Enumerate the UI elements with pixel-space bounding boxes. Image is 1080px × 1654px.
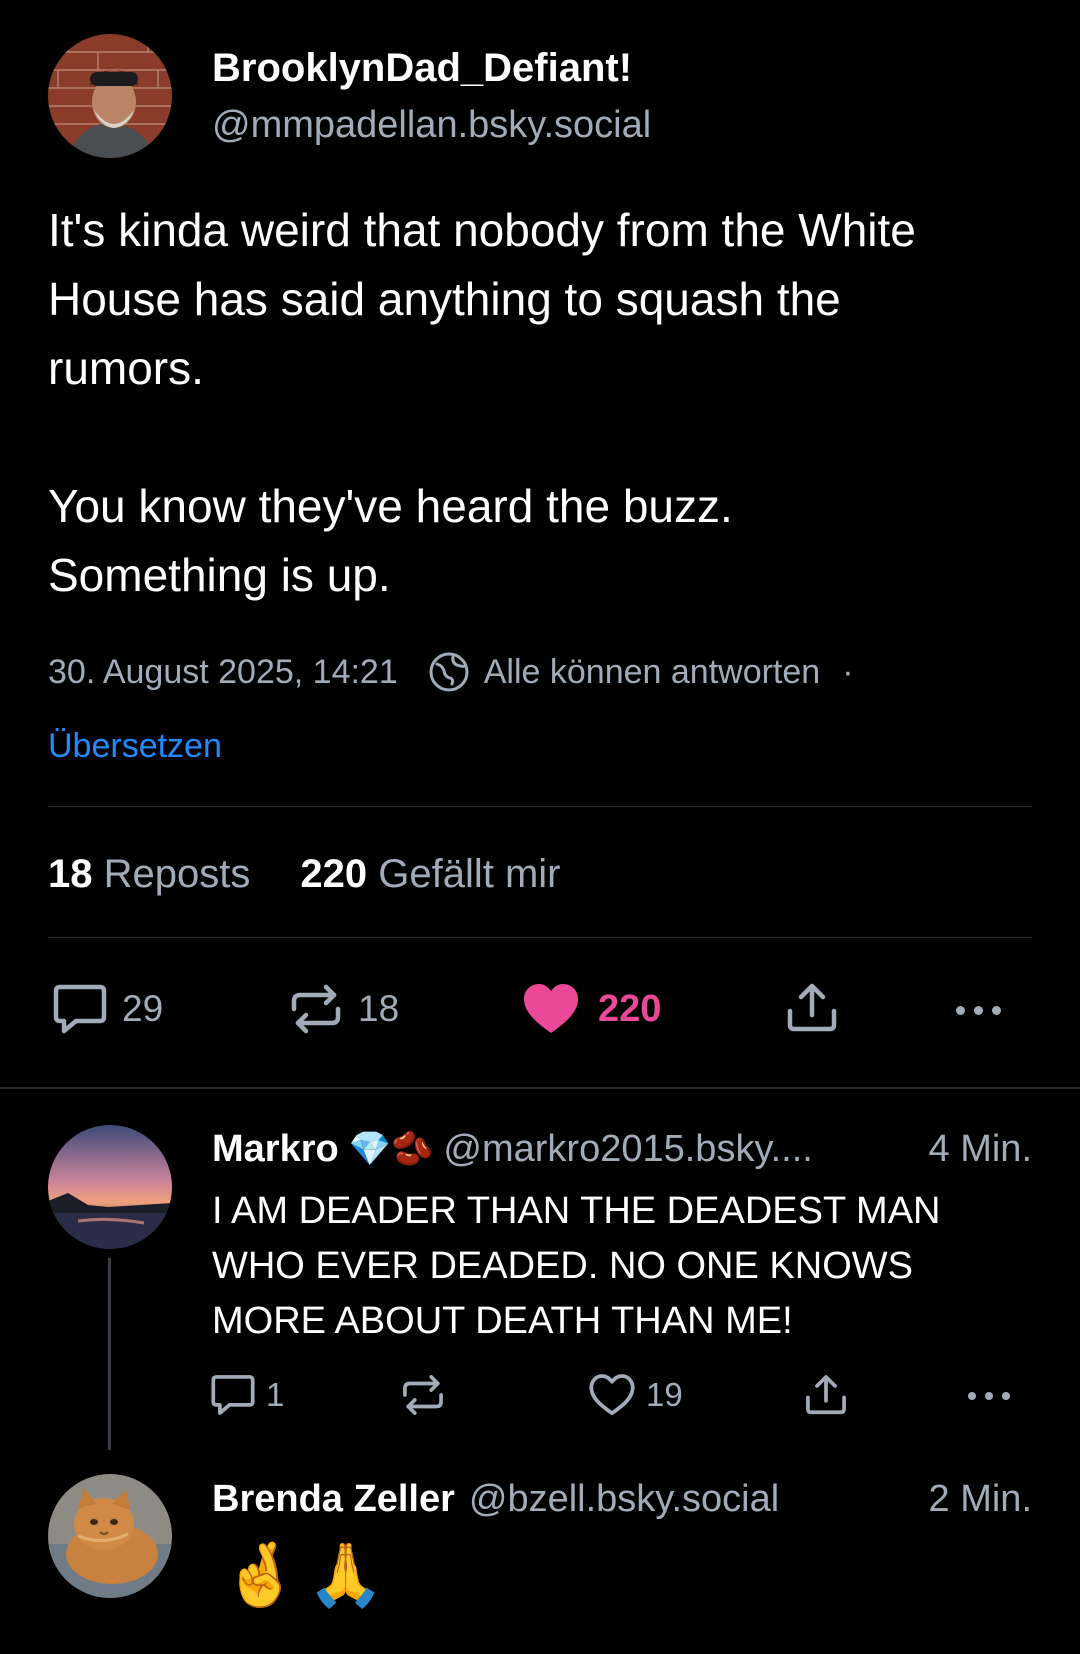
reply-more-button[interactable] xyxy=(968,1391,1010,1401)
repost-arrows-icon xyxy=(403,1375,443,1415)
reply-emoji-text: 🤞🙏 xyxy=(222,1541,393,1610)
reply-share-button[interactable] xyxy=(803,1372,849,1418)
reply-reply-count: 1 xyxy=(266,1376,285,1413)
reply-author-name[interactable]: Markro xyxy=(212,1126,339,1172)
reposts-stat[interactable]: 18 Reposts xyxy=(48,850,250,898)
reply-button[interactable]: 29 xyxy=(52,984,164,1034)
reply-text: I AM DEADER THAN THE DEADEST MAN WHO EVE… xyxy=(212,1190,941,1342)
author-display-name[interactable]: BrooklynDad_Defiant! xyxy=(212,44,632,92)
reply-header: Markro 💎 🫘 @markro2015.bsky.... 4 Min. xyxy=(212,1126,1032,1172)
meta-separator: · xyxy=(842,653,854,691)
more-button[interactable] xyxy=(956,1004,1001,1016)
repost-button[interactable]: 18 xyxy=(288,984,400,1034)
post-timestamp: 30. August 2025, 14:21 xyxy=(48,653,398,691)
reply-header: Brenda Zeller @bzell.bsky.social 2 Min. xyxy=(212,1476,1032,1522)
author-handle[interactable]: @mmpadellan.bsky.social xyxy=(212,102,651,148)
gem-badge-icon: 💎 xyxy=(348,1130,392,1168)
bean-badge-icon: 🫘 xyxy=(391,1130,434,1168)
like-button[interactable]: 220 xyxy=(522,983,661,1035)
reply-time[interactable]: 4 Min. xyxy=(929,1126,1032,1172)
main-post: BrooklynDad_Defiant! @mmpadellan.bsky.so… xyxy=(0,0,1080,1088)
heart-icon xyxy=(524,984,578,1033)
divider xyxy=(48,937,1032,938)
reply-post[interactable]: Brenda Zeller @bzell.bsky.social 2 Min. … xyxy=(0,1450,1080,1654)
reply-author-handle[interactable]: @bzell.bsky.social xyxy=(469,1476,779,1522)
post-paragraph-1: It's kinda weird that nobody from the Wh… xyxy=(48,204,916,394)
share-upload-icon xyxy=(806,1375,846,1415)
repost-count: 18 xyxy=(358,988,400,1029)
like-count: 220 xyxy=(598,987,662,1030)
reply-time[interactable]: 2 Min. xyxy=(929,1476,1032,1522)
reply-avatar[interactable] xyxy=(48,1125,172,1249)
speech-bubble-icon xyxy=(211,1375,255,1415)
divider xyxy=(48,806,1032,807)
reply-repost-button[interactable] xyxy=(400,1373,456,1417)
reply-like-button[interactable]: 19 xyxy=(588,1373,683,1417)
thread-line xyxy=(108,1258,111,1450)
post-stats: 18 Reposts 220 Gefällt mir xyxy=(48,850,561,898)
reply-setting[interactable]: Alle können antworten xyxy=(428,650,820,694)
more-dots-icon xyxy=(956,1005,1001,1015)
reposts-label: Reposts xyxy=(103,852,251,896)
repost-arrows-icon xyxy=(291,984,341,1034)
avatar-image xyxy=(48,1125,172,1249)
post-text: It's kinda weird that nobody from the Wh… xyxy=(48,196,1028,610)
share-upload-icon xyxy=(787,983,837,1032)
likes-count: 220 xyxy=(300,852,368,896)
reply-like-count: 19 xyxy=(646,1376,683,1413)
avatar-image xyxy=(48,34,172,158)
reply-author-handle[interactable]: @markro2015.bsky.... xyxy=(443,1126,812,1172)
reply-count: 29 xyxy=(122,988,164,1029)
more-dots-icon xyxy=(968,1392,1010,1400)
likes-label: Gefällt mir xyxy=(378,852,561,896)
translate-link[interactable]: Übersetzen xyxy=(48,724,222,768)
likes-stat[interactable]: 220 Gefällt mir xyxy=(300,850,560,898)
post-paragraph-2: You know they've heard the buzz. Somethi… xyxy=(48,480,733,601)
avatar-image xyxy=(48,1474,172,1598)
reply-author-name[interactable]: Brenda Zeller xyxy=(212,1476,455,1522)
heart-outline-icon xyxy=(589,1374,635,1416)
post-meta: 30. August 2025, 14:21 Alle können antwo… xyxy=(48,650,854,694)
reply-reply-button[interactable]: 1 xyxy=(210,1373,284,1417)
section-divider xyxy=(0,1087,1080,1089)
reply-setting-label: Alle können antworten xyxy=(483,653,821,691)
share-button[interactable] xyxy=(784,982,840,1034)
speech-bubble-icon xyxy=(53,984,107,1034)
author-avatar[interactable] xyxy=(48,34,172,158)
reply-post[interactable]: Markro 💎 🫘 @markro2015.bsky.... 4 Min. I… xyxy=(0,1090,1080,1450)
reposts-count: 18 xyxy=(48,852,93,896)
globe-icon xyxy=(429,652,469,692)
reply-avatar[interactable] xyxy=(48,1474,172,1598)
